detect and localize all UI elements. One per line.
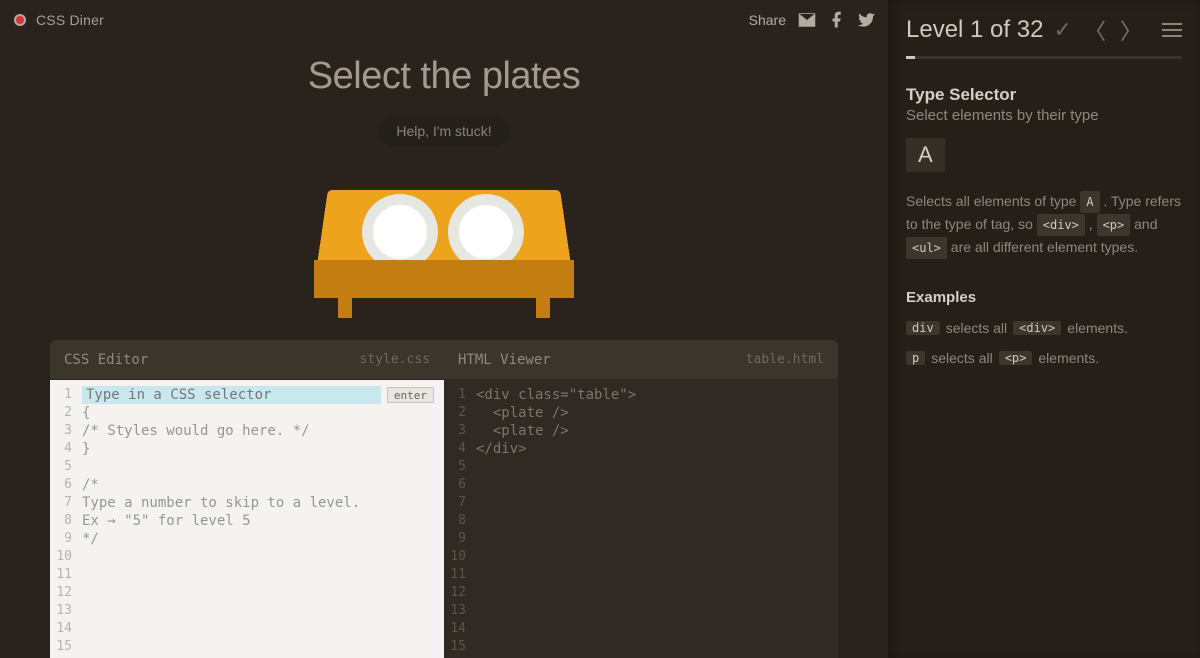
html-viewer-pane: HTML Viewer table.html 1 2 3 4 5 6 7 8 9… <box>444 340 838 658</box>
selector-subtitle: Select elements by their type <box>906 107 1182 124</box>
selector-title: Type Selector <box>906 85 1182 105</box>
enter-button[interactable]: enter <box>387 387 434 403</box>
desc-text: are all different element types. <box>951 239 1138 255</box>
level-complete-check-icon: ✓ <box>1053 17 1071 43</box>
example-line: p selects all <p> elements. <box>906 350 1182 366</box>
help-button[interactable]: Help, I'm stuck! <box>378 116 509 146</box>
editors-container: CSS Editor style.css 1 2 3 4 5 6 7 8 9 1… <box>50 340 838 658</box>
css-line-gutter: 1 2 3 4 5 6 7 8 9 10 11 12 13 14 15 <box>50 380 78 658</box>
css-code-area: { /* Styles would go here. */ } /* Type … <box>78 380 444 658</box>
level-nav: 〈 〉 <box>1084 14 1182 46</box>
html-viewer-filename: table.html <box>746 352 824 367</box>
selector-description: Selects all elements of type A . Type re… <box>906 190 1182 259</box>
example-line: div selects all <div> elements. <box>906 320 1182 336</box>
example-text: elements. <box>1038 350 1099 366</box>
html-viewer-title: HTML Viewer <box>458 352 551 368</box>
examples-heading: Examples <box>906 289 1182 306</box>
level-progress-bar <box>906 56 1182 59</box>
css-selector-input[interactable] <box>82 386 381 404</box>
desc-text: Selects all elements of type <box>906 193 1080 209</box>
html-viewer-body: 1 2 3 4 5 6 7 8 9 10 11 12 13 14 15 <div… <box>444 380 838 658</box>
table-edge <box>314 260 574 298</box>
level-order-title: Select the plates <box>308 55 580 98</box>
css-editor-header: CSS Editor style.css <box>50 340 444 380</box>
code-tag: div <box>906 321 940 335</box>
plate[interactable] <box>448 194 524 270</box>
html-line-gutter: 1 2 3 4 5 6 7 8 9 10 11 12 13 14 15 <box>444 380 472 658</box>
code-tag: <ul> <box>906 237 947 259</box>
menu-icon[interactable] <box>1162 23 1182 37</box>
desc-text: and <box>1134 216 1157 232</box>
code-tag: <div> <box>1013 321 1061 335</box>
code-tag: <p> <box>1097 214 1131 236</box>
code-tag: p <box>906 351 925 365</box>
table-leg <box>536 294 550 318</box>
css-editor-filename: style.css <box>360 352 430 367</box>
prev-level-icon[interactable]: 〈 <box>1084 14 1106 46</box>
table-leg <box>338 294 352 318</box>
example-text: selects all <box>946 320 1007 336</box>
css-editor-body[interactable]: 1 2 3 4 5 6 7 8 9 10 11 12 13 14 15 { /*… <box>50 380 444 658</box>
help-sidebar: Level 1 of 32 ✓ 〈 〉 Type Selector Select… <box>888 0 1200 658</box>
example-text: selects all <box>931 350 992 366</box>
selector-syntax: A <box>906 138 945 172</box>
level-header: Level 1 of 32 ✓ 〈 〉 <box>906 14 1182 46</box>
code-tag: <p> <box>999 351 1033 365</box>
plate[interactable] <box>362 194 438 270</box>
css-input-row: enter <box>82 386 434 404</box>
css-editor-title: CSS Editor <box>64 352 148 368</box>
level-indicator: Level 1 of 32 <box>906 16 1043 44</box>
example-text: elements. <box>1067 320 1128 336</box>
code-tag: <div> <box>1037 214 1085 236</box>
code-tag: A <box>1080 191 1099 213</box>
main-area: Select the plates Help, I'm stuck! CSS E… <box>0 0 888 658</box>
level-progress-fill <box>906 56 915 59</box>
desc-text: , <box>1089 216 1097 232</box>
html-viewer-header: HTML Viewer table.html <box>444 340 838 380</box>
game-table <box>314 168 574 328</box>
next-level-icon[interactable]: 〉 <box>1120 14 1142 46</box>
html-code-area: <div class="table"> <plate /> <plate /> … <box>472 380 838 658</box>
css-editor-pane: CSS Editor style.css 1 2 3 4 5 6 7 8 9 1… <box>50 340 444 658</box>
